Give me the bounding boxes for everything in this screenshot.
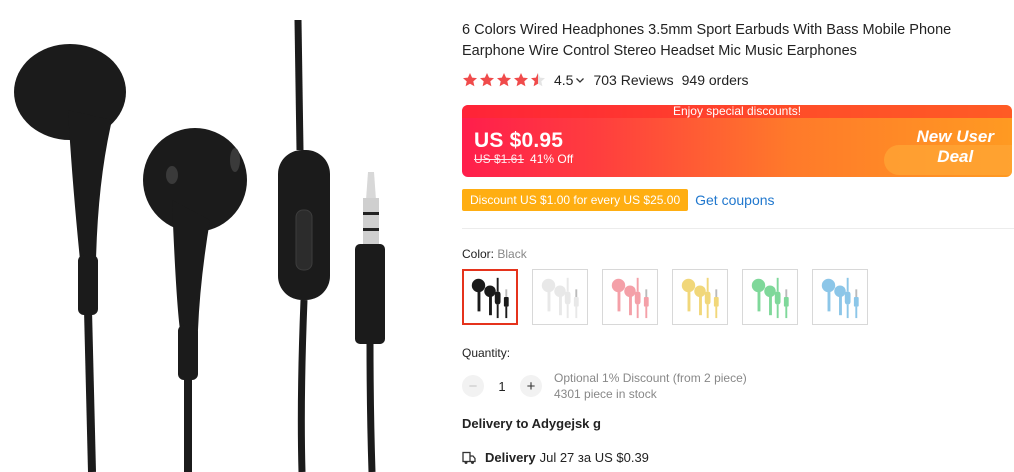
discount-percent: 41% Off <box>530 152 574 166</box>
get-coupons-link[interactable]: Get coupons <box>695 192 774 208</box>
stock-note: 4301 piece in stock <box>554 387 657 401</box>
color-label-text: Color: <box>462 247 495 261</box>
banner-note: Enjoy special discounts! <box>462 105 1012 118</box>
star-full-icon <box>514 73 528 87</box>
quantity-notes: Optional 1% Discount (from 2 piece) 4301… <box>554 370 747 402</box>
quantity-label: Quantity: <box>462 346 511 360</box>
rating-row: 4.5 703 Reviews 949 orders <box>462 71 749 89</box>
current-price: US $0.95 <box>474 129 564 152</box>
color-option-black[interactable] <box>462 269 518 325</box>
coupon-row: Discount US $1.00 for every US $25.00 Ge… <box>462 189 775 211</box>
rating-value[interactable]: 4.5 <box>554 72 573 88</box>
earphones-thumbnail-icon <box>611 277 649 319</box>
earphones-thumbnail-icon <box>751 277 789 319</box>
star-full-icon <box>463 73 477 87</box>
decrease-quantity-button[interactable]: − <box>462 375 484 397</box>
product-info: 6 Colors Wired Headphones 3.5mm Sport Ea… <box>462 0 1014 472</box>
color-option-green[interactable] <box>742 269 798 325</box>
increase-quantity-button[interactable]: + <box>520 375 542 397</box>
black-earphones-image <box>14 19 385 472</box>
delivery-info: Delivery Jul 27 за US $0.39 <box>462 450 649 465</box>
earphones-thumbnail-icon <box>541 277 579 319</box>
new-user-line1: New User <box>916 127 994 146</box>
star-full-icon <box>497 73 511 87</box>
product-image[interactable] <box>0 0 440 472</box>
color-option-yellow[interactable] <box>672 269 728 325</box>
color-option-blue[interactable] <box>812 269 868 325</box>
quantity-stepper: − 1 + Optional 1% Discount (from 2 piece… <box>462 370 747 402</box>
earphones-thumbnail-icon <box>471 277 509 319</box>
divider <box>462 228 1014 229</box>
orders-count: 949 orders <box>681 72 749 88</box>
price-banner: Enjoy special discounts! US $0.95 US $1.… <box>462 105 1012 177</box>
delivery-truck-icon <box>462 451 476 464</box>
quantity-value[interactable]: 1 <box>484 379 520 394</box>
star-full-icon <box>480 73 494 87</box>
delivery-destination[interactable]: Delivery to Adygejsk g <box>462 416 601 431</box>
earphones-thumbnail-icon <box>681 277 719 319</box>
color-swatches <box>462 269 868 325</box>
chevron-down-icon[interactable] <box>575 75 585 85</box>
bulk-discount-note: Optional 1% Discount (from 2 piece) <box>554 371 747 385</box>
star-half-icon <box>531 73 545 87</box>
product-title: 6 Colors Wired Headphones 3.5mm Sport Ea… <box>462 22 952 59</box>
reviews-link[interactable]: 703 Reviews <box>593 72 673 88</box>
color-label: Color: Black <box>462 247 527 261</box>
coupon-badge: Discount US $1.00 for every US $25.00 <box>462 189 689 211</box>
color-option-pink[interactable] <box>602 269 658 325</box>
new-user-text: New User Deal <box>917 127 994 167</box>
earphones-thumbnail-icon <box>821 277 859 319</box>
color-option-white[interactable] <box>532 269 588 325</box>
rating-stars[interactable] <box>462 72 546 88</box>
new-user-deal-badge[interactable]: New User Deal <box>872 121 1012 175</box>
delivery-detail: Jul 27 за US $0.39 <box>539 450 649 465</box>
price-discount-row: US $1.61 41% Off <box>474 152 573 166</box>
delivery-label: Delivery <box>485 450 536 465</box>
selected-color: Black <box>497 247 527 261</box>
new-user-line2: Deal <box>937 147 974 166</box>
original-price: US $1.61 <box>474 152 525 166</box>
